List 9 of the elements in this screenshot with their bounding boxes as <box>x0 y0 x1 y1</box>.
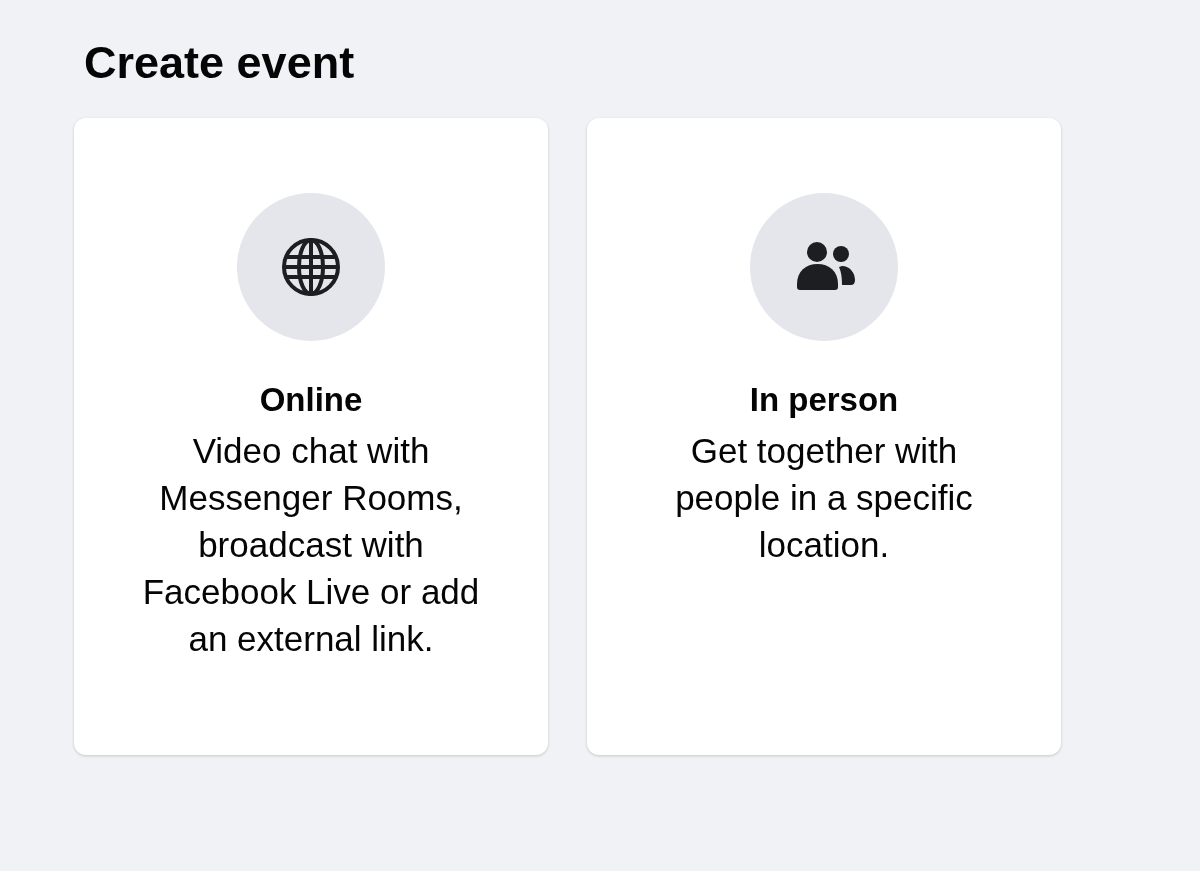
online-option-card[interactable]: Online Video chat with Messenger Rooms, broadcast with Facebook Live or add an external link. <box>74 118 548 755</box>
option-description: Get together with people in a specific location. <box>674 430 974 566</box>
globe-icon <box>237 193 385 341</box>
option-title: Online <box>259 380 363 420</box>
in-person-option-card[interactable]: In person Get together with people in a specific location. <box>587 118 1061 755</box>
page-title: Create event <box>84 36 356 90</box>
option-description: Video chat with Messenger Rooms, broadcast with Facebook Live or add an external link. <box>141 430 481 660</box>
option-title: In person <box>749 380 899 420</box>
people-icon <box>750 193 898 341</box>
